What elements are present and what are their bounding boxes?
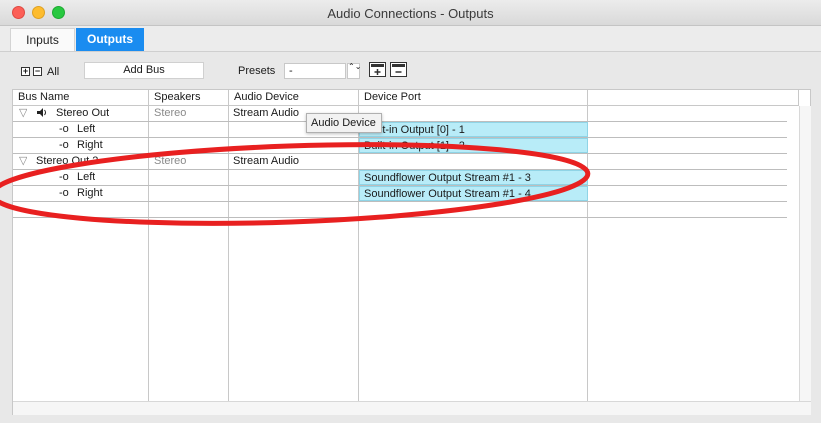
table-row-bus[interactable]: ▽ Stereo Out Stereo Stream Audio	[13, 106, 787, 122]
audio-device-value[interactable]: Stream Audio	[233, 154, 299, 169]
speakers-value[interactable]: Stereo	[154, 154, 186, 169]
bus-name[interactable]: Stereo Out 2	[36, 154, 98, 169]
column-header-device-port[interactable]: Device Port	[359, 90, 588, 106]
collapse-all-button[interactable]: −	[33, 67, 42, 76]
table-row-empty	[13, 202, 787, 218]
column-header-bus-name[interactable]: Bus Name	[13, 90, 149, 106]
channel-connector-icon: -o	[59, 123, 69, 135]
table-row-channel[interactable]: -o Right Built-in Output [1] - 2	[13, 138, 787, 154]
remove-preset-icon[interactable]	[390, 62, 407, 77]
presets-label: Presets	[238, 65, 276, 77]
toolbar: + − All Add Bus Presets - ⌃⌄	[0, 52, 821, 89]
channel-name: Right	[77, 187, 103, 199]
presets-select[interactable]: -	[284, 63, 346, 79]
tooltip: Audio Device	[306, 113, 382, 133]
speaker-icon	[36, 107, 48, 122]
tab-bar: Inputs Outputs	[0, 26, 821, 52]
channel-name: Right	[77, 139, 103, 151]
table-row-channel[interactable]: -o Left Built-in Output [0] - 1	[13, 122, 787, 138]
store-preset-icon[interactable]	[369, 62, 386, 77]
title-bar: Audio Connections - Outputs	[0, 0, 821, 26]
all-label: All	[47, 66, 60, 78]
window-title: Audio Connections - Outputs	[327, 6, 494, 21]
audio-device-value[interactable]: Stream Audio	[233, 106, 299, 121]
presets-stepper[interactable]: ⌃⌄	[347, 62, 362, 79]
channel-connector-icon: -o	[59, 139, 69, 151]
tab-inputs[interactable]: Inputs	[10, 28, 75, 51]
stepper-icon: ⌃⌄	[348, 62, 362, 71]
channel-connector-icon: -o	[59, 171, 69, 183]
channel-name: Left	[77, 171, 96, 183]
horizontal-scrollbar[interactable]	[13, 401, 811, 415]
column-header-empty	[588, 90, 799, 106]
channel-connector-icon: -o	[59, 187, 69, 199]
disclosure-triangle-icon[interactable]: ▽	[19, 106, 27, 121]
speakers-value[interactable]: Stereo	[154, 106, 186, 121]
table-row-channel[interactable]: -o Left Soundflower Output Stream #1 - 3	[13, 170, 787, 186]
device-port-cell[interactable]: Built-in Output [0] - 1	[359, 122, 588, 137]
add-bus-button[interactable]: Add Bus	[84, 62, 204, 79]
table-row-bus[interactable]: ▽ Stereo Out 2 Stereo Stream Audio	[13, 154, 787, 170]
channel-name: Left	[77, 123, 96, 135]
device-port-cell[interactable]: Built-in Output [1] - 2	[359, 138, 588, 153]
table-row-channel[interactable]: -o Right Soundflower Output Stream #1 - …	[13, 186, 787, 202]
column-header-speakers[interactable]: Speakers	[149, 90, 229, 106]
disclosure-triangle-icon[interactable]: ▽	[19, 154, 27, 169]
column-header-audio-device[interactable]: Audio Device	[229, 90, 359, 106]
vertical-scrollbar[interactable]	[799, 106, 811, 401]
device-port-cell[interactable]: Soundflower Output Stream #1 - 4	[359, 186, 588, 201]
bus-name[interactable]: Stereo Out	[56, 106, 109, 121]
expand-all-button[interactable]: +	[21, 67, 30, 76]
tab-outputs[interactable]: Outputs	[76, 28, 144, 51]
device-port-cell[interactable]: Soundflower Output Stream #1 - 3	[359, 170, 588, 185]
bus-table: Bus Name Speakers Audio Device Device Po…	[12, 89, 811, 415]
